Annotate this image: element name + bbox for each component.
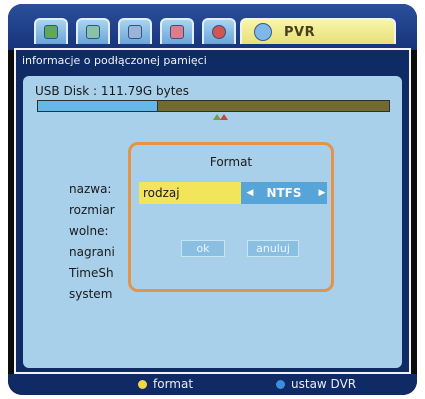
tab-pvr[interactable]: PVR bbox=[240, 18, 396, 44]
tab-games[interactable] bbox=[202, 18, 236, 44]
tv-icon bbox=[44, 25, 58, 39]
tab-tv[interactable] bbox=[34, 18, 68, 44]
tab-tools[interactable] bbox=[118, 18, 152, 44]
tab-pvr-label: PVR bbox=[284, 24, 316, 40]
info-label-free: wolne: bbox=[69, 224, 109, 238]
app-frame: PVR informacje o podłączonej pamięci USB… bbox=[8, 4, 417, 395]
format-dialog: Format rodzaj ◀ NTFS ▶ ok anuluj bbox=[128, 142, 334, 292]
info-label-recordings: nagrani bbox=[69, 245, 115, 259]
info-label-system: system bbox=[69, 287, 113, 301]
filesystem-selector[interactable]: ◀ NTFS ▶ bbox=[241, 182, 327, 204]
filesystem-value: NTFS bbox=[266, 186, 302, 200]
filesystem-label: rodzaj bbox=[139, 182, 241, 204]
info-label-timeshift: TimeSh bbox=[69, 266, 114, 280]
yellow-key-icon bbox=[138, 379, 147, 389]
storage-bar bbox=[37, 100, 390, 112]
disc-icon bbox=[254, 23, 272, 41]
panel-title: informacje o podłączonej pamięci bbox=[16, 50, 409, 72]
arrow-right-icon[interactable]: ▶ bbox=[317, 182, 327, 204]
ok-button[interactable]: ok bbox=[181, 240, 225, 257]
legend-set-dvr-label: ustaw DVR bbox=[291, 377, 357, 391]
filesystem-row[interactable]: rodzaj ◀ NTFS ▶ bbox=[139, 182, 327, 204]
legend-format-label: format bbox=[153, 377, 194, 391]
game-icon bbox=[212, 25, 226, 39]
usb-disk-info: USB Disk : 111.79G bytes bbox=[35, 84, 190, 98]
tab-bar: PVR bbox=[8, 4, 417, 50]
antenna-icon bbox=[86, 25, 100, 39]
dialog-title: Format bbox=[209, 155, 253, 169]
tab-favorites[interactable] bbox=[160, 18, 194, 44]
blue-key-icon bbox=[276, 379, 285, 389]
marker-right bbox=[220, 114, 228, 120]
info-label-size: rozmiar bbox=[69, 203, 115, 217]
tab-antenna[interactable] bbox=[76, 18, 110, 44]
storage-bar-fill bbox=[38, 101, 159, 111]
heart-icon bbox=[170, 25, 184, 39]
footer-bar: format ustaw DVR bbox=[8, 374, 417, 395]
tools-icon bbox=[128, 25, 142, 39]
info-label-name: nazwa: bbox=[69, 182, 112, 196]
arrow-left-icon[interactable]: ◀ bbox=[245, 182, 255, 204]
legend-format[interactable]: format bbox=[138, 377, 193, 391]
legend-set-dvr[interactable]: ustaw DVR bbox=[276, 377, 356, 391]
cancel-button[interactable]: anuluj bbox=[247, 240, 299, 257]
